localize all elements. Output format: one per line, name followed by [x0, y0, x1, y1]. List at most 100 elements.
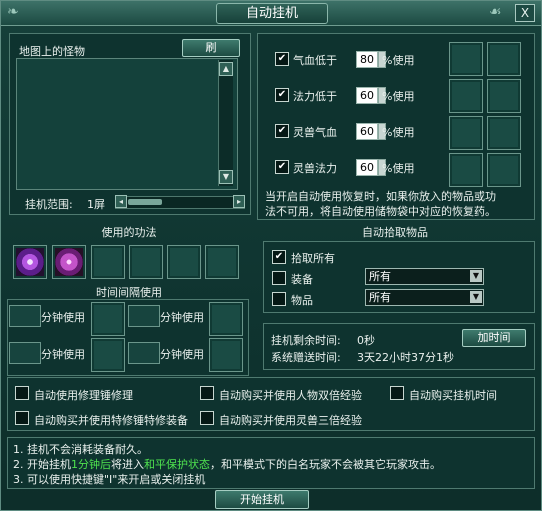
interval-label: 分钟使用 [160, 311, 204, 324]
hp-skill-slot[interactable] [487, 42, 521, 76]
hp-checkbox[interactable]: ✔ [275, 52, 289, 66]
interval-skill-slot[interactable] [209, 338, 243, 372]
auto-hangup-window: ❧ 自动挂机 ☙ X 地图上的怪物 刷 ▲ ▼ 挂机范围: 1屏 ◂ ▸ ✔ 气… [0, 0, 542, 511]
mp-threshold-input[interactable]: 60 [356, 87, 378, 104]
range-value: 1屏 [87, 198, 105, 211]
hp-unit: %使用 [382, 54, 415, 67]
skill-slot[interactable] [91, 245, 125, 279]
interval-minutes-input[interactable] [9, 305, 41, 327]
special-repair-checkbox[interactable] [15, 411, 29, 425]
skill-slot[interactable] [167, 245, 201, 279]
pickup-all-label: 拾取所有 [291, 252, 335, 265]
interval-minutes-input[interactable] [9, 342, 41, 364]
mp-checkbox[interactable]: ✔ [275, 88, 289, 102]
pickup-item-select[interactable]: 所有 ▼ [365, 289, 484, 306]
pickup-equip-select[interactable]: 所有 ▼ [365, 268, 484, 285]
buy-time-label: 自动购买挂机时间 [409, 389, 497, 402]
recovery-note-line1: 当开启自动使用恢复时，如果你放入的物品或功 [265, 190, 496, 203]
skill-slot[interactable] [205, 245, 239, 279]
pickup-equip-checkbox[interactable] [272, 271, 286, 285]
start-hangup-label: 开始挂机 [240, 493, 284, 506]
range-label: 挂机范围: [25, 198, 73, 211]
range-slider-thumb[interactable] [128, 199, 162, 205]
remaining-time-label: 挂机剩余时间: [271, 334, 341, 347]
hp-threshold-input[interactable]: 80 [356, 51, 378, 68]
pickup-item-checkbox[interactable] [272, 292, 286, 306]
recovery-note-line2: 法不可用，将自动使用储物袋中对应的恢复药。 [265, 205, 496, 218]
pet-mp-threshold-input[interactable]: 60 [356, 159, 378, 176]
note-highlight-state: 和平保护状态 [144, 458, 210, 471]
pet-triple-exp-checkbox[interactable] [200, 411, 214, 425]
add-time-button[interactable]: 加时间 [462, 329, 526, 347]
note-line2-mid: 将进入 [111, 458, 144, 471]
note-line1: 1. 挂机不会消耗装备耐久。 [13, 443, 148, 456]
mp-unit: %使用 [382, 90, 415, 103]
pet-mp-item-slot[interactable] [449, 153, 483, 187]
add-time-label: 加时间 [477, 331, 511, 344]
monster-list[interactable] [16, 58, 238, 190]
skill-icon[interactable] [13, 245, 47, 279]
pet-mp-skill-slot[interactable] [487, 153, 521, 187]
pet-mp-label: 灵兽法力 [293, 162, 337, 175]
gift-time-value: 3天22小时37分1秒 [357, 351, 454, 364]
hp-label: 气血低于 [293, 54, 337, 67]
range-slider[interactable] [115, 196, 245, 209]
pet-hp-threshold-input[interactable]: 60 [356, 123, 378, 140]
note-line2-end: ，和平模式下的白名玩家不会被其它玩家攻击。 [210, 458, 441, 471]
interval-label: 分钟使用 [41, 348, 85, 361]
interval-minutes-input[interactable] [128, 305, 160, 327]
pickup-title: 自动拾取物品 [362, 226, 428, 239]
pet-hp-skill-slot[interactable] [487, 116, 521, 150]
pet-mp-checkbox[interactable]: ✔ [275, 160, 289, 174]
right-ornament-icon: ☙ [489, 4, 502, 20]
remaining-time-value: 0秒 [357, 334, 375, 347]
pet-mp-unit: %使用 [382, 162, 415, 175]
refresh-label: 刷 [205, 41, 217, 54]
pet-hp-item-slot[interactable] [449, 116, 483, 150]
double-exp-checkbox[interactable] [200, 386, 214, 400]
pickup-item-value: 所有 [369, 291, 391, 304]
scroll-down-icon[interactable]: ▼ [219, 170, 233, 184]
note-line3: 3. 可以使用快捷键"I"来开启或关闭挂机 [13, 473, 206, 486]
interval-skill-slot[interactable] [91, 302, 125, 336]
pet-hp-checkbox[interactable]: ✔ [275, 124, 289, 138]
interval-title: 时间间隔使用 [96, 286, 162, 299]
dropdown-arrow-icon[interactable]: ▼ [470, 270, 482, 282]
mp-skill-slot[interactable] [487, 79, 521, 113]
close-icon[interactable]: X [515, 4, 535, 22]
scroll-left-icon[interactable]: ◂ [115, 195, 127, 208]
note-line2: 2. 开始挂机1分钟后将进入和平保护状态，和平模式下的白名玩家不会被其它玩家攻击… [13, 456, 441, 472]
pet-triple-exp-label: 自动购买并使用灵兽三倍经验 [219, 414, 362, 427]
scroll-right-icon[interactable]: ▸ [233, 195, 245, 208]
left-ornament-icon: ❧ [7, 4, 19, 20]
monster-list-title: 地图上的怪物 [19, 45, 85, 58]
special-repair-label: 自动购买并使用特修锤特修装备 [34, 414, 188, 427]
title-bar[interactable]: ❧ 自动挂机 ☙ X [1, 1, 541, 26]
pickup-equip-label: 装备 [291, 273, 313, 286]
monster-list-scrollbar[interactable]: ▲ ▼ [218, 60, 233, 186]
note-highlight-time: 1分钟后 [71, 458, 111, 471]
pet-hp-unit: %使用 [382, 126, 415, 139]
pickup-all-checkbox[interactable]: ✔ [272, 250, 286, 264]
scroll-up-icon[interactable]: ▲ [219, 62, 233, 76]
skill-icon[interactable] [52, 245, 86, 279]
hp-item-slot[interactable] [449, 42, 483, 76]
mp-label: 法力低于 [293, 90, 337, 103]
interval-minutes-input[interactable] [128, 342, 160, 364]
mp-item-slot[interactable] [449, 79, 483, 113]
skills-title: 使用的功法 [101, 226, 157, 239]
skill-slot[interactable] [129, 245, 163, 279]
auto-repair-checkbox[interactable] [15, 386, 29, 400]
auto-repair-label: 自动使用修理锤修理 [34, 389, 133, 402]
pickup-item-label: 物品 [291, 294, 313, 307]
interval-skill-slot[interactable] [209, 302, 243, 336]
gift-time-label: 系统赠送时间: [271, 351, 341, 364]
interval-label: 分钟使用 [160, 348, 204, 361]
refresh-button[interactable]: 刷 [182, 39, 240, 57]
start-hangup-button[interactable]: 开始挂机 [215, 490, 309, 509]
buy-time-checkbox[interactable] [390, 386, 404, 400]
note-line2-start: 2. 开始挂机 [13, 458, 71, 471]
dropdown-arrow-icon[interactable]: ▼ [470, 291, 482, 303]
window-title: 自动挂机 [216, 3, 328, 24]
interval-skill-slot[interactable] [91, 338, 125, 372]
